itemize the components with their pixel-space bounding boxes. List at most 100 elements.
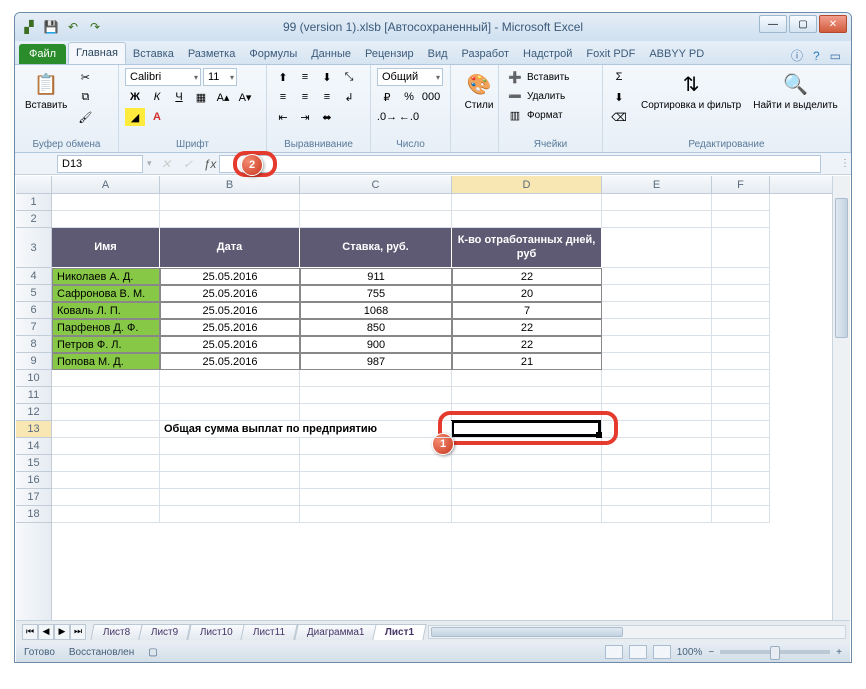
cell-C17[interactable] (300, 489, 452, 506)
row-header-5[interactable]: 5 (16, 285, 51, 302)
horizontal-scrollbar[interactable] (428, 625, 846, 639)
name-box[interactable]: D13 (57, 155, 143, 173)
sheet-tab-Лист11[interactable]: Лист11 (241, 624, 299, 640)
cell-D6[interactable]: 7 (452, 302, 602, 319)
tab-formulas[interactable]: Формулы (242, 44, 304, 64)
tab-home[interactable]: Главная (68, 42, 126, 64)
cell-E1[interactable] (602, 194, 712, 211)
first-sheet-button[interactable]: ⏮ (22, 624, 38, 640)
cell-C14[interactable] (300, 438, 452, 455)
cell-D9[interactable]: 21 (452, 353, 602, 370)
cell-C3[interactable]: Ставка, руб. (300, 228, 452, 268)
cell-F9[interactable] (712, 353, 770, 370)
cell-B4[interactable]: 25.05.2016 (160, 268, 300, 285)
cell-D3[interactable]: К-во отработанных дней, руб (452, 228, 602, 268)
cell-E15[interactable] (602, 455, 712, 472)
clear-icon[interactable]: ⌫ (609, 108, 629, 126)
tab-abbyy[interactable]: ABBYY PD (642, 44, 711, 64)
cell-F12[interactable] (712, 404, 770, 421)
close-button[interactable]: ✕ (819, 15, 847, 33)
cell-D4[interactable]: 22 (452, 268, 602, 285)
tab-insert[interactable]: Вставка (126, 44, 181, 64)
row-header-17[interactable]: 17 (16, 489, 51, 506)
sheet-tab-Диаграмма1[interactable]: Диаграмма1 (294, 624, 377, 640)
increase-decimal-icon[interactable]: .0→ (377, 108, 397, 126)
row-header-15[interactable]: 15 (16, 455, 51, 472)
cell-A18[interactable] (52, 506, 160, 523)
cell-A1[interactable] (52, 194, 160, 211)
cell-A16[interactable] (52, 472, 160, 489)
copy-icon[interactable]: ⧉ (75, 88, 95, 106)
insert-cells-icon[interactable]: ➕ (505, 68, 525, 86)
cell-E17[interactable] (602, 489, 712, 506)
row-header-7[interactable]: 7 (16, 319, 51, 336)
cell-B7[interactable]: 25.05.2016 (160, 319, 300, 336)
cell-E2[interactable] (602, 211, 712, 228)
decrease-indent-icon[interactable]: ⇤ (273, 108, 293, 126)
cell-A14[interactable] (52, 438, 160, 455)
comma-icon[interactable]: 000 (421, 88, 441, 106)
sort-filter-button[interactable]: ⇅ Сортировка и фильтр (637, 68, 745, 113)
worksheet[interactable]: ABCDEF 123456789101112131415161718 ИмяДа… (16, 176, 850, 620)
number-format-combo[interactable]: Общий (377, 68, 443, 86)
cell-C4[interactable]: 911 (300, 268, 452, 285)
format-painter-icon[interactable]: 🖌 (75, 108, 95, 126)
cell-A15[interactable] (52, 455, 160, 472)
minimize-ribbon-icon[interactable]: ⓘ (791, 47, 803, 64)
cell-F8[interactable] (712, 336, 770, 353)
cell-grid[interactable]: ИмяДатаСтавка, руб.К-во отработанных дне… (52, 194, 832, 620)
cell-F1[interactable] (712, 194, 770, 211)
cancel-icon[interactable]: ✕ (157, 156, 175, 172)
next-sheet-button[interactable]: ▶ (54, 624, 70, 640)
cell-E18[interactable] (602, 506, 712, 523)
row-header-6[interactable]: 6 (16, 302, 51, 319)
cell-D1[interactable] (452, 194, 602, 211)
cell-E16[interactable] (602, 472, 712, 489)
page-layout-view-button[interactable] (629, 645, 647, 659)
cell-C7[interactable]: 850 (300, 319, 452, 336)
enter-icon[interactable]: ✓ (179, 156, 197, 172)
cell-B10[interactable] (160, 370, 300, 387)
cell-E14[interactable] (602, 438, 712, 455)
cell-C9[interactable]: 987 (300, 353, 452, 370)
wrap-text-icon[interactable]: ↲ (339, 88, 359, 106)
formula-bar-input[interactable] (219, 155, 821, 173)
cell-C10[interactable] (300, 370, 452, 387)
normal-view-button[interactable] (605, 645, 623, 659)
zoom-in-button[interactable]: + (836, 647, 842, 658)
cell-A12[interactable] (52, 404, 160, 421)
cell-F2[interactable] (712, 211, 770, 228)
fill-icon[interactable]: ⬇ (609, 88, 629, 106)
cell-D16[interactable] (452, 472, 602, 489)
save-icon[interactable]: 💾 (43, 19, 59, 35)
undo-icon[interactable]: ↶ (65, 19, 81, 35)
cell-B6[interactable]: 25.05.2016 (160, 302, 300, 319)
maximize-button[interactable]: ▢ (789, 15, 817, 33)
row-header-2[interactable]: 2 (16, 211, 51, 228)
cell-A7[interactable]: Парфенов Д. Ф. (52, 319, 160, 336)
row-header-18[interactable]: 18 (16, 506, 51, 523)
row-header-10[interactable]: 10 (16, 370, 51, 387)
tab-layout[interactable]: Разметка (181, 44, 243, 64)
cell-F13[interactable] (712, 421, 770, 438)
cell-B1[interactable] (160, 194, 300, 211)
column-header-C[interactable]: C (300, 176, 452, 193)
cell-C2[interactable] (300, 211, 452, 228)
border-icon[interactable]: ▦ (191, 88, 211, 106)
cell-C16[interactable] (300, 472, 452, 489)
cell-C8[interactable]: 900 (300, 336, 452, 353)
cell-A2[interactable] (52, 211, 160, 228)
shrink-font-icon[interactable]: A▾ (235, 88, 255, 106)
bold-icon[interactable]: Ж (125, 88, 145, 106)
select-all-button[interactable] (16, 176, 52, 194)
cell-B9[interactable]: 25.05.2016 (160, 353, 300, 370)
align-left-icon[interactable]: ≡ (273, 88, 293, 106)
percent-icon[interactable]: % (399, 88, 419, 106)
cell-A4[interactable]: Николаев А. Д. (52, 268, 160, 285)
prev-sheet-button[interactable]: ◀ (38, 624, 54, 640)
cell-A9[interactable]: Попова М. Д. (52, 353, 160, 370)
cell-B12[interactable] (160, 404, 300, 421)
font-color-icon[interactable]: A (147, 108, 167, 126)
tab-review[interactable]: Рецензир (358, 44, 421, 64)
cell-D14[interactable] (452, 438, 602, 455)
